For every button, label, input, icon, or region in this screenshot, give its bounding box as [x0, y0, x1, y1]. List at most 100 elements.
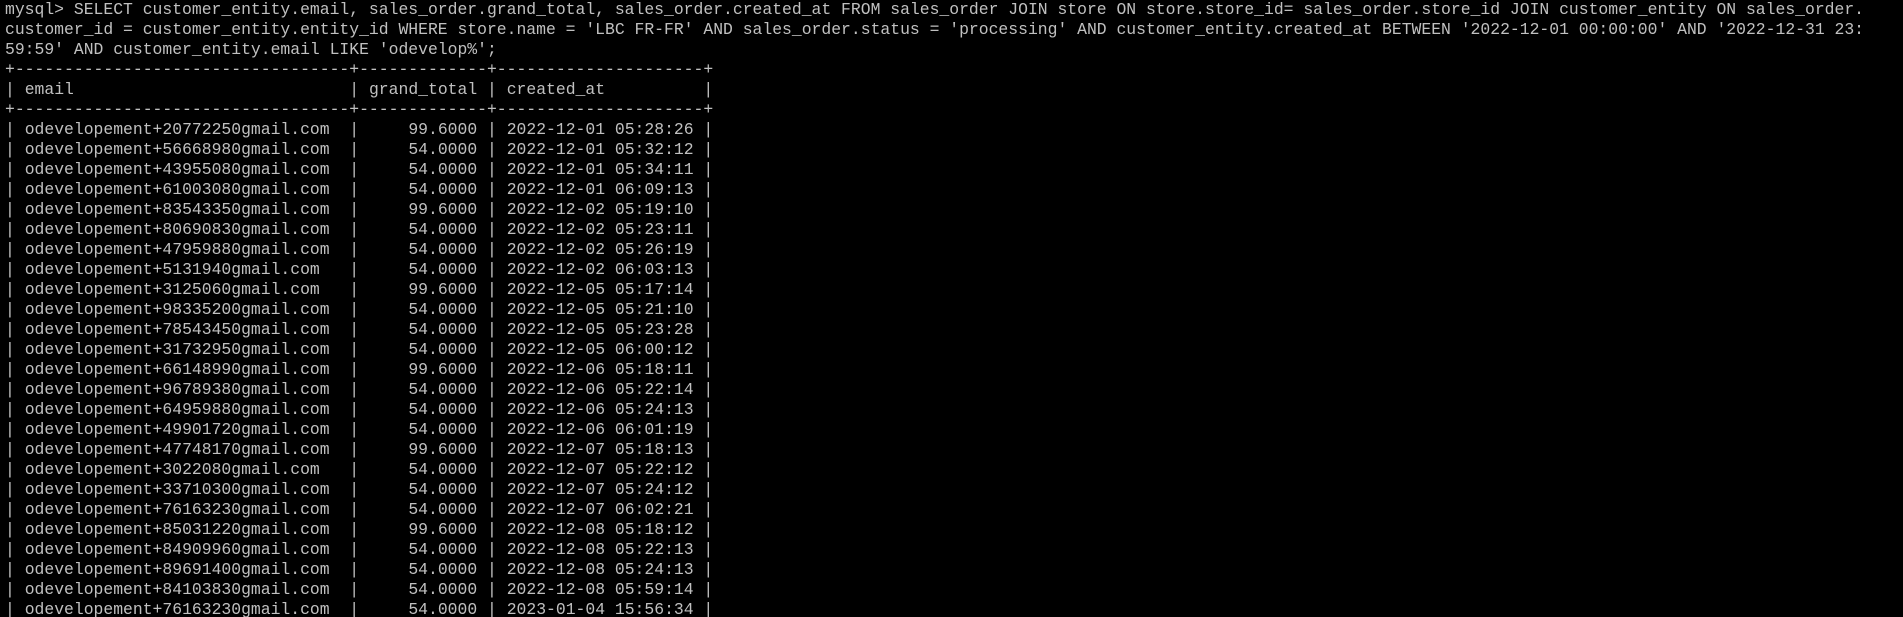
table-row: | odevelopement+56668980gmail.com | 54.0…	[5, 140, 714, 159]
cell-grand-total: 54.0000	[408, 600, 478, 617]
table-row: | odevelopement+43955080gmail.com | 54.0…	[5, 160, 714, 179]
table-row: | odevelopement+85031220gmail.com | 99.6…	[5, 520, 714, 539]
table-header-row: | email | grand_total | created_at |	[5, 80, 714, 99]
cell-grand-total: 99.6000	[408, 520, 478, 539]
cell-email: odevelopement+61003080gmail.com	[24, 180, 330, 199]
cell-grand-total: 54.0000	[408, 500, 478, 519]
cell-email: odevelopement+64959880gmail.com	[24, 400, 330, 419]
table-row: | odevelopement+76163230gmail.com | 54.0…	[5, 500, 714, 519]
cell-created-at: 2022-12-02 06:03:13	[506, 260, 694, 279]
cell-email: odevelopement+3125060gmail.com	[24, 280, 320, 299]
table-row: | odevelopement+47748170gmail.com | 99.6…	[5, 440, 714, 459]
cell-grand-total: 54.0000	[408, 160, 478, 179]
table-row: | odevelopement+89691400gmail.com | 54.0…	[5, 560, 714, 579]
table-row: | odevelopement+84909960gmail.com | 54.0…	[5, 540, 714, 559]
command-line: 59:59' AND customer_entity.email LIKE 'o…	[5, 40, 497, 59]
cell-created-at: 2022-12-05 06:00:12	[506, 340, 694, 359]
cell-grand-total: 99.6000	[408, 200, 478, 219]
cell-grand-total: 99.6000	[408, 360, 478, 379]
cell-grand-total: 54.0000	[408, 140, 478, 159]
table-row: | odevelopement+47959880gmail.com | 54.0…	[5, 240, 714, 259]
cell-email: odevelopement+49901720gmail.com	[24, 420, 330, 439]
cell-email: odevelopement+31732950gmail.com	[24, 340, 330, 359]
table-row: | odevelopement+20772250gmail.com | 99.6…	[5, 120, 714, 139]
table-row: | odevelopement+49901720gmail.com | 54.0…	[5, 420, 714, 439]
cell-created-at: 2022-12-02 05:26:19	[506, 240, 694, 259]
cell-email: odevelopement+47748170gmail.com	[24, 440, 330, 459]
cell-grand-total: 54.0000	[408, 240, 478, 259]
cell-grand-total: 54.0000	[408, 420, 478, 439]
cell-grand-total: 54.0000	[408, 180, 478, 199]
cell-created-at: 2022-12-02 05:23:11	[506, 220, 694, 239]
cell-created-at: 2022-12-05 05:21:10	[506, 300, 694, 319]
column-header-grand-total: grand_total	[368, 80, 478, 99]
cell-created-at: 2022-12-01 05:32:12	[506, 140, 694, 159]
cell-email: odevelopement+96789380gmail.com	[24, 380, 330, 399]
table-row: | odevelopement+83543350gmail.com | 99.6…	[5, 200, 714, 219]
cell-email: odevelopement+66148990gmail.com	[24, 360, 330, 379]
table-row: | odevelopement+5131940gmail.com | 54.00…	[5, 260, 714, 279]
cell-email: odevelopement+76163230gmail.com	[24, 500, 330, 519]
cell-created-at: 2022-12-01 05:28:26	[506, 120, 694, 139]
cell-padding	[74, 80, 340, 99]
table-row: | odevelopement+3125060gmail.com | 99.60…	[5, 280, 714, 299]
cell-created-at: 2022-12-08 05:24:13	[506, 560, 694, 579]
cell-email: odevelopement+78543450gmail.com	[24, 320, 330, 339]
cell-grand-total: 54.0000	[408, 580, 478, 599]
cell-created-at: 2022-12-06 06:01:19	[506, 420, 694, 439]
cell-created-at: 2022-12-07 05:24:12	[506, 480, 694, 499]
table-row: | odevelopement+96789380gmail.com | 54.0…	[5, 380, 714, 399]
cell-created-at: 2022-12-02 05:19:10	[506, 200, 694, 219]
cell-created-at: 2022-12-07 06:02:21	[506, 500, 694, 519]
cell-created-at: 2023-01-04 15:56:34	[506, 600, 694, 617]
cell-grand-total: 54.0000	[408, 400, 478, 419]
cell-padding	[605, 80, 694, 99]
table-row: | odevelopement+3022080gmail.com | 54.00…	[5, 460, 714, 479]
cell-created-at: 2022-12-06 05:24:13	[506, 400, 694, 419]
cell-grand-total: 54.0000	[408, 220, 478, 239]
cell-grand-total: 54.0000	[408, 540, 478, 559]
command-line: customer_id = customer_entity.entity_id …	[5, 20, 1865, 39]
cell-email: odevelopement+43955080gmail.com	[24, 160, 330, 179]
cell-created-at: 2022-12-07 05:18:13	[506, 440, 694, 459]
cell-created-at: 2022-12-08 05:59:14	[506, 580, 694, 599]
cell-email: odevelopement+76163230gmail.com	[24, 600, 330, 617]
table-row: | odevelopement+31732950gmail.com | 54.0…	[5, 340, 714, 359]
column-header-email: email	[24, 80, 74, 99]
table-row: | odevelopement+78543450gmail.com | 54.0…	[5, 320, 714, 339]
cell-created-at: 2022-12-07 05:22:12	[506, 460, 694, 479]
cell-email: odevelopement+84103830gmail.com	[24, 580, 330, 599]
table-row: | odevelopement+76163230gmail.com | 54.0…	[5, 600, 714, 617]
cell-grand-total: 54.0000	[408, 260, 478, 279]
table-row: | odevelopement+66148990gmail.com | 99.6…	[5, 360, 714, 379]
cell-email: odevelopement+5131940gmail.com	[24, 260, 320, 279]
cell-created-at: 2022-12-05 05:23:28	[506, 320, 694, 339]
cell-email: odevelopement+47959880gmail.com	[24, 240, 330, 259]
command-line: mysql> SELECT customer_entity.email, sal…	[5, 0, 1865, 19]
cell-grand-total: 99.6000	[408, 440, 478, 459]
table-row: | odevelopement+33710300gmail.com | 54.0…	[5, 480, 714, 499]
column-header-created-at: created_at	[506, 80, 606, 99]
cell-grand-total: 54.0000	[408, 460, 478, 479]
cell-grand-total: 54.0000	[408, 320, 478, 339]
cell-created-at: 2022-12-08 05:18:12	[506, 520, 694, 539]
cell-email: odevelopement+20772250gmail.com	[24, 120, 330, 139]
cell-email: odevelopement+83543350gmail.com	[24, 200, 330, 219]
cell-email: odevelopement+80690830gmail.com	[24, 220, 330, 239]
cell-email: odevelopement+56668980gmail.com	[24, 140, 330, 159]
cell-created-at: 2022-12-08 05:22:13	[506, 540, 694, 559]
table-row: | odevelopement+61003080gmail.com | 54.0…	[5, 180, 714, 199]
table-row: | odevelopement+98335200gmail.com | 54.0…	[5, 300, 714, 319]
cell-email: odevelopement+84909960gmail.com	[24, 540, 330, 559]
cell-grand-total: 99.6000	[408, 120, 478, 139]
table-row: | odevelopement+80690830gmail.com | 54.0…	[5, 220, 714, 239]
cell-grand-total: 99.6000	[408, 280, 478, 299]
cell-created-at: 2022-12-01 05:34:11	[506, 160, 694, 179]
table-border: +----------------------------------+----…	[5, 100, 714, 119]
cell-created-at: 2022-12-01 06:09:13	[506, 180, 694, 199]
terminal-window[interactable]: mysql> SELECT customer_entity.email, sal…	[0, 0, 1903, 617]
cell-grand-total: 54.0000	[408, 560, 478, 579]
cell-grand-total: 54.0000	[408, 300, 478, 319]
cell-created-at: 2022-12-05 05:17:14	[506, 280, 694, 299]
cell-email: odevelopement+3022080gmail.com	[24, 460, 320, 479]
